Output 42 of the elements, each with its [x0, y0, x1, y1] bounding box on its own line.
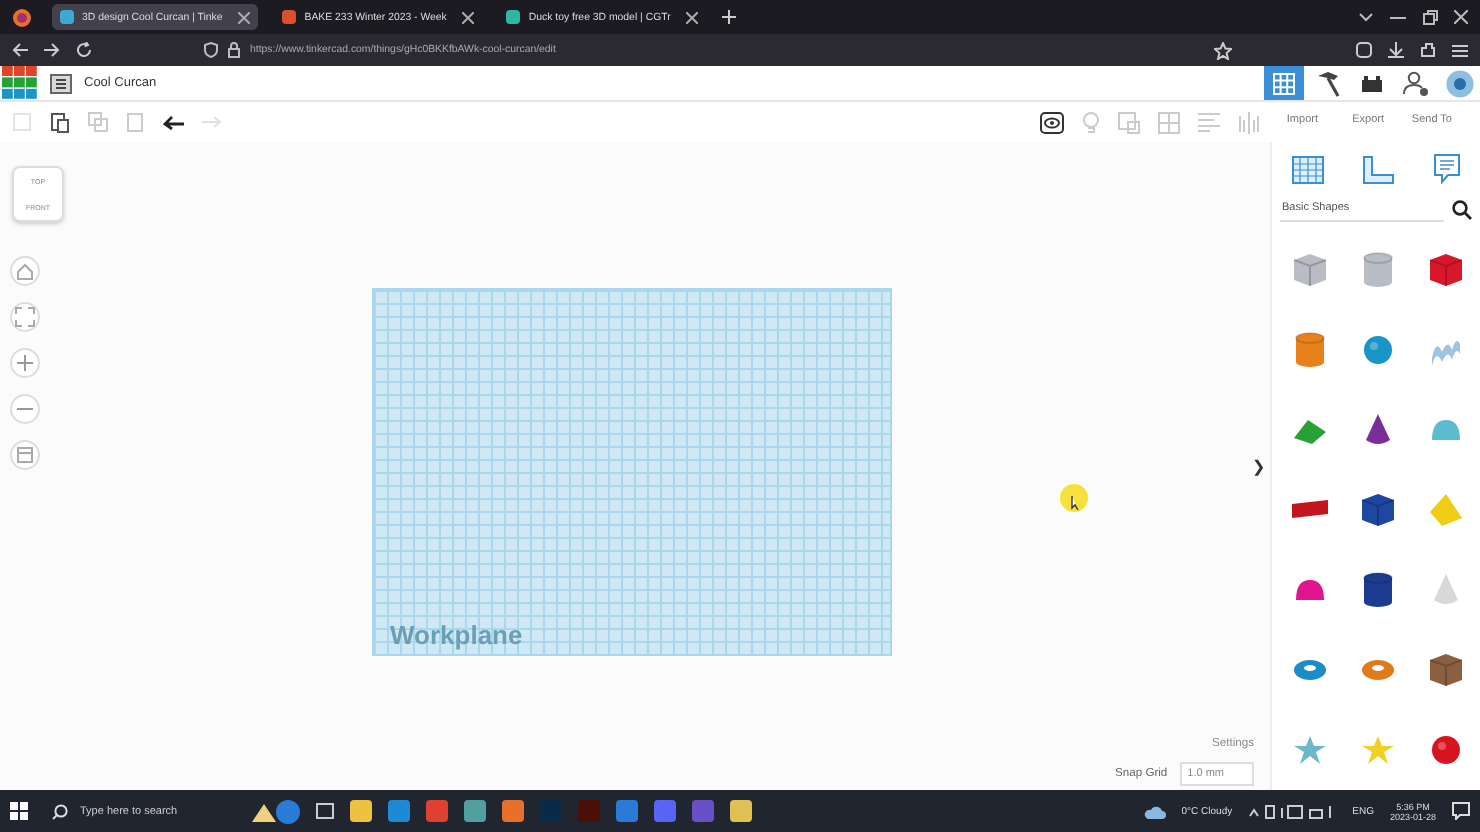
- pocket-icon[interactable]: [1356, 42, 1372, 58]
- close-icon[interactable]: [686, 11, 699, 23]
- box-shape-icon[interactable]: [1424, 248, 1468, 292]
- workplane-label: Workplane: [390, 620, 523, 650]
- design-menu-icon[interactable]: [50, 73, 72, 93]
- reload-icon[interactable]: [76, 42, 92, 58]
- workplane-grid-icon[interactable]: [1291, 155, 1324, 183]
- lock-icon: [228, 42, 240, 58]
- search-icon[interactable]: [1452, 199, 1472, 219]
- download-icon[interactable]: [1388, 42, 1404, 58]
- box-shape-icon[interactable]: [1356, 488, 1400, 532]
- extensions-icon[interactable]: [1420, 42, 1436, 58]
- tray-icons-drawing: [1248, 803, 1337, 819]
- restore-icon[interactable]: [1422, 9, 1438, 25]
- close-icon[interactable]: [1454, 10, 1468, 24]
- forward-icon[interactable]: [44, 42, 60, 58]
- browser-logo-icon[interactable]: [12, 7, 32, 27]
- task-view-icon[interactable]: [316, 802, 334, 820]
- close-icon[interactable]: [462, 11, 475, 23]
- chevron-down-icon[interactable]: [1358, 11, 1374, 23]
- notifications-icon[interactable]: [1452, 802, 1470, 820]
- widgets-icon[interactable]: [248, 797, 300, 825]
- eye-icon[interactable]: [1040, 111, 1064, 133]
- cloud-icon: [1143, 803, 1166, 819]
- close-icon[interactable]: [238, 11, 251, 23]
- search-icon: [52, 803, 68, 819]
- panel-toggle[interactable]: ❯: [1248, 458, 1270, 476]
- plus-icon[interactable]: [722, 10, 737, 24]
- shield-icon: [204, 42, 218, 58]
- menu-icon[interactable]: [1452, 43, 1468, 57]
- minimize-icon[interactable]: [1390, 11, 1406, 23]
- app-logo-icon[interactable]: [2, 66, 38, 100]
- notes-icon[interactable]: [1434, 154, 1461, 184]
- star-icon[interactable]: [1214, 41, 1232, 59]
- box-shape-icon[interactable]: [1424, 648, 1468, 692]
- ruler-icon[interactable]: [1362, 155, 1395, 183]
- back-icon[interactable]: [12, 42, 28, 58]
- start-icon[interactable]: [10, 802, 28, 820]
- cursor-highlight-icon: [1060, 484, 1088, 512]
- paste-icon[interactable]: [50, 111, 70, 133]
- undo-icon[interactable]: [162, 114, 184, 130]
- avatar-icon[interactable]: [1440, 66, 1480, 100]
